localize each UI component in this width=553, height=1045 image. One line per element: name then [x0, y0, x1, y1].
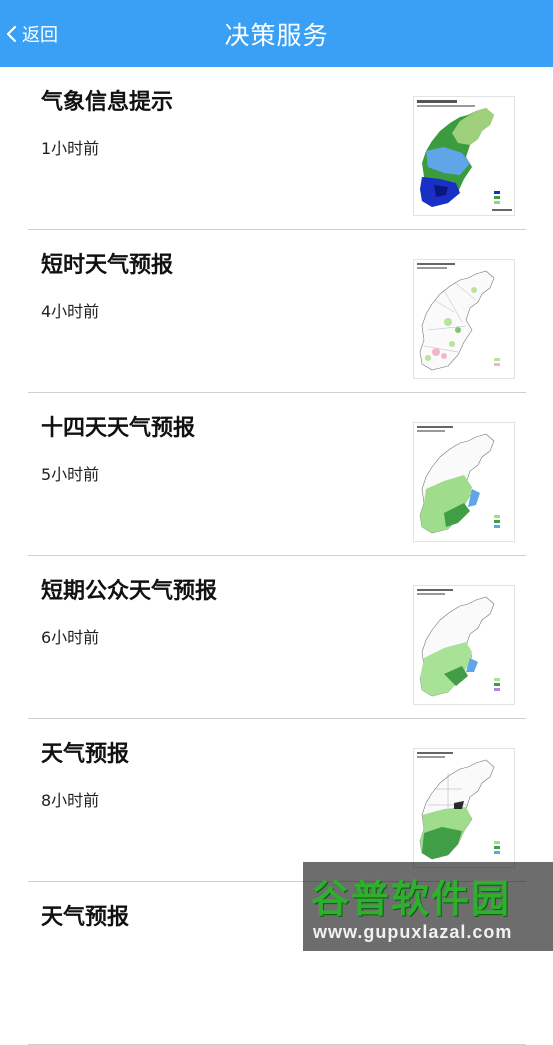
- list-item[interactable]: 气象信息提示 1小时前: [28, 67, 526, 230]
- item-time: 4小时前: [41, 302, 100, 321]
- list-item[interactable]: 短时天气预报 4小时前: [28, 230, 526, 393]
- item-time: 1小时前: [41, 139, 100, 158]
- watermark-overlay: 谷普软件园 www.gupuxlazal.com: [303, 862, 553, 951]
- weather-map-image: [414, 260, 514, 378]
- item-time: 6小时前: [41, 628, 100, 647]
- page-title: 决策服务: [224, 21, 329, 50]
- map-thumbnail[interactable]: [413, 259, 515, 379]
- watermark-url: www.gupuxlazal.com: [313, 922, 513, 942]
- list-item[interactable]: 十四天天气预报 5小时前: [28, 393, 526, 556]
- map-thumbnail[interactable]: [413, 585, 515, 705]
- item-title: 短期公众天气预报: [41, 579, 218, 604]
- list-item[interactable]: 天气预报 8小时前: [28, 719, 526, 882]
- item-title: 短时天气预报: [41, 253, 174, 278]
- item-title: 十四天天气预报: [41, 416, 196, 441]
- watermark-logo: 谷普软件园: [311, 877, 512, 921]
- item-title: 天气预报: [41, 742, 130, 767]
- item-title: 天气预报: [41, 905, 130, 930]
- item-time: 5小时前: [41, 465, 100, 484]
- item-time: 8小时前: [41, 791, 100, 810]
- app-header: 返回 决策服务: [0, 0, 553, 67]
- weather-map-image: [414, 749, 514, 867]
- weather-map-image: [414, 423, 514, 541]
- map-thumbnail[interactable]: [413, 96, 515, 216]
- map-thumbnail[interactable]: [413, 748, 515, 868]
- weather-map-image: [414, 97, 514, 215]
- map-thumbnail[interactable]: [413, 422, 515, 542]
- item-title: 气象信息提示: [41, 90, 174, 115]
- list-item[interactable]: 短期公众天气预报 6小时前: [28, 556, 526, 719]
- weather-map-image: [414, 586, 514, 704]
